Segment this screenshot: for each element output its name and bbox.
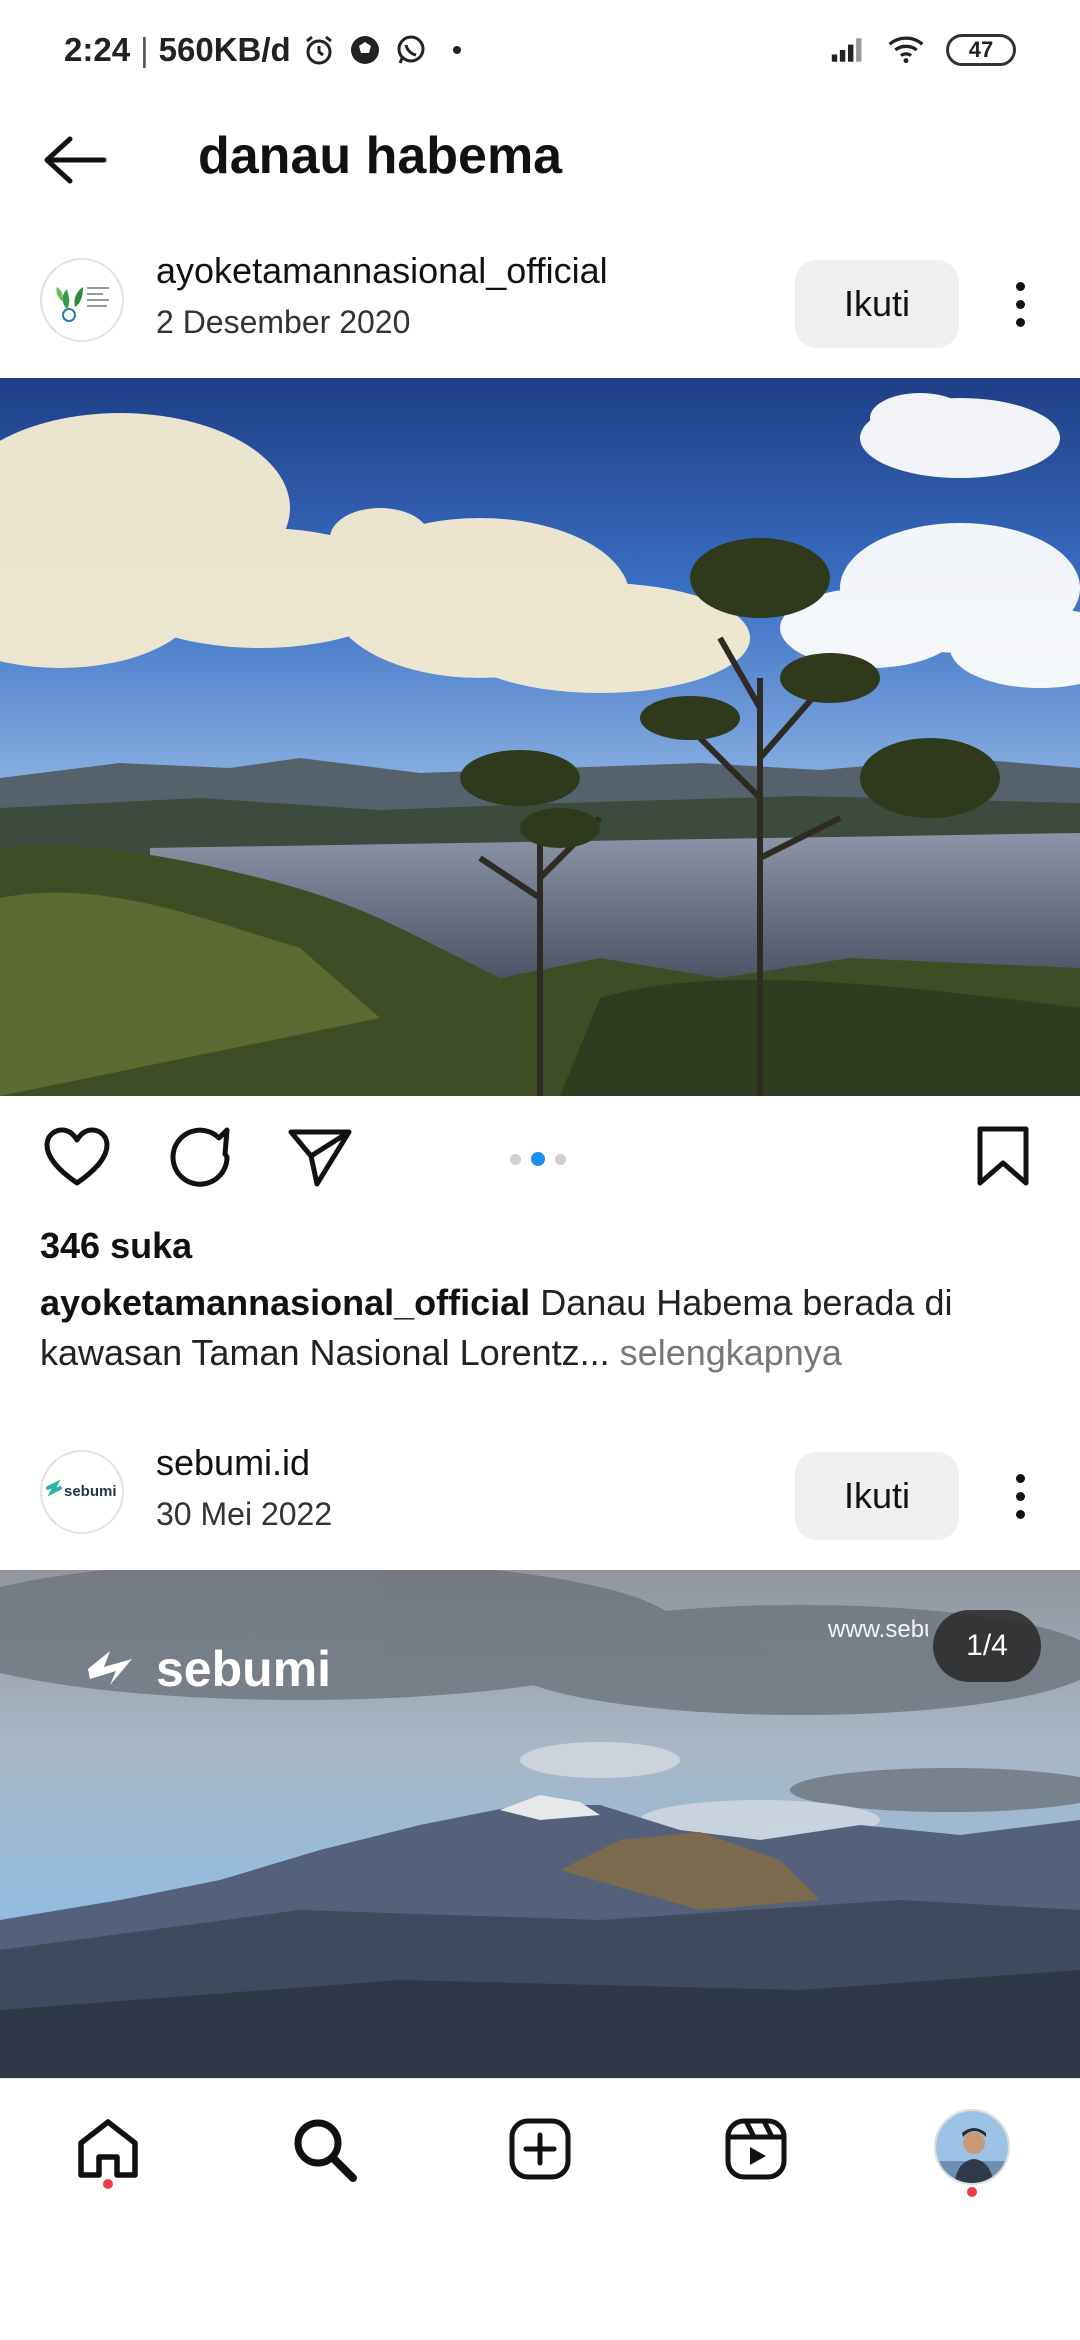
notification-dot <box>967 2187 977 2197</box>
post-date: 30 Mei 2022 <box>156 1496 333 1532</box>
sebumi-logo-icon <box>88 1651 132 1685</box>
avatar-text: sebumi <box>64 1483 117 1500</box>
watermark-logo: sebumi <box>80 1640 331 1698</box>
dot-icon <box>439 32 475 68</box>
carousel-dot-active <box>531 1152 545 1166</box>
status-time: 2:24 <box>64 31 131 68</box>
caption-ellipsis: ... <box>579 1332 610 1373</box>
create-icon[interactable] <box>500 2109 580 2189</box>
more-options-icon[interactable] <box>1000 1456 1040 1536</box>
home-icon[interactable] <box>68 2109 148 2189</box>
bottom-nav <box>0 2078 1080 2218</box>
signal-icon <box>830 32 866 68</box>
carousel-dot <box>555 1153 566 1165</box>
post-username[interactable]: sebumi.id <box>156 1442 310 1484</box>
status-left: 2:24 | 560KB/d <box>64 31 475 69</box>
post-date: 2 Desember 2020 <box>156 304 411 340</box>
follow-button[interactable]: Ikuti <box>795 1452 959 1540</box>
status-right: 47 <box>830 32 1016 68</box>
share-icon[interactable] <box>285 1122 355 1192</box>
status-bar: 2:24 | 560KB/d 47 <box>0 0 1080 100</box>
watermark-text: sebumi <box>156 1641 332 1697</box>
post-photo[interactable]: sebumi www.sebumi.id <box>0 1570 1080 2078</box>
soccer-ball-icon <box>347 32 383 68</box>
search-icon[interactable] <box>284 2109 364 2189</box>
landscape-photo <box>0 378 1080 1096</box>
avatar[interactable]: sebumi <box>40 1450 124 1534</box>
carousel-dots <box>510 1152 566 1166</box>
post-header: ayoketamannasional_official 2 Desember 2… <box>0 228 1080 378</box>
post-header: sebumi sebumi.id 30 Mei 2022 Ikuti <box>0 1420 1080 1570</box>
post-username[interactable]: ayoketamannasional_official <box>156 250 608 292</box>
post-photo[interactable] <box>0 378 1080 1096</box>
post-caption: ayoketamannasional_official Danau Habema… <box>40 1278 1040 1378</box>
whatsapp-icon <box>393 32 429 68</box>
notification-dot <box>103 2179 113 2189</box>
watermark-url: www.sebumi.id <box>828 1616 928 1643</box>
comment-icon[interactable] <box>165 1122 235 1192</box>
heart-icon[interactable] <box>42 1122 112 1192</box>
caption-username[interactable]: ayoketamannasional_official <box>40 1282 530 1323</box>
avatar[interactable] <box>40 258 124 342</box>
profile-avatar[interactable] <box>934 2109 1010 2185</box>
status-separator: | <box>140 31 149 68</box>
battery-icon: 47 <box>946 34 1016 66</box>
arrow-left-icon <box>44 136 107 184</box>
carousel-dot <box>510 1153 521 1165</box>
bookmark-icon[interactable] <box>968 1122 1038 1192</box>
alarm-icon <box>301 32 337 68</box>
likes-count[interactable]: 346 suka <box>40 1225 192 1267</box>
follow-button[interactable]: Ikuti <box>795 260 959 348</box>
search-header: danau habema <box>0 110 1080 210</box>
page-indicator: 1/4 <box>933 1610 1041 1682</box>
more-options-icon[interactable] <box>1000 264 1040 344</box>
network-speed: 560KB/d <box>158 31 291 68</box>
page-title: danau habema <box>198 127 563 185</box>
wifi-icon <box>888 32 924 68</box>
reels-icon[interactable] <box>716 2109 796 2189</box>
see-more-link[interactable]: selengkapnya <box>610 1332 842 1373</box>
post-actions <box>0 1100 1080 1210</box>
back-button[interactable] <box>40 130 110 190</box>
